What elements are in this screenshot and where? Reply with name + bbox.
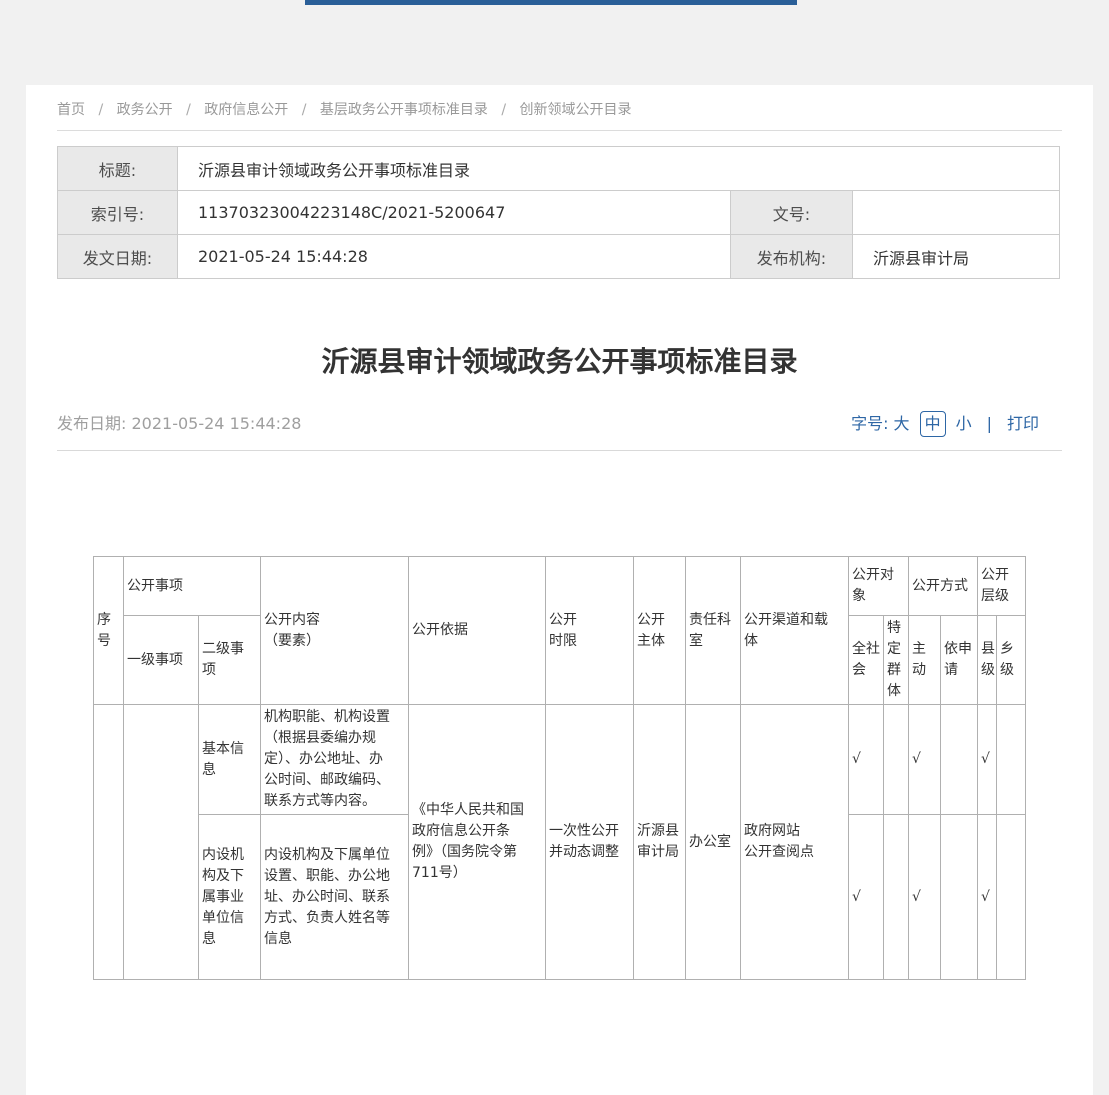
cell-check-county: √ <box>978 815 997 980</box>
header-county: 县 级 <box>978 616 997 705</box>
header-basis: 公开依据 <box>409 557 546 705</box>
header-first-level: 一级事项 <box>124 616 199 705</box>
meta-row-index: 索引号: 11370323004223148C/2021-5200647 文号: <box>58 191 1060 235</box>
breadcrumb-item-jiceng-catalog[interactable]: 基层政务公开事项标准目录 <box>320 102 488 118</box>
meta-value-doc-number <box>853 191 1060 235</box>
cell-check-township <box>997 815 1026 980</box>
catalog-table: 序 号 公开事项 公开内容 （要素） 公开依据 公开 时限 公开 主体 责任科 … <box>93 556 1026 980</box>
meta-label-title: 标题: <box>58 147 178 191</box>
meta-row-date: 发文日期: 2021-05-24 15:44:28 发布机构: 沂源县审计局 <box>58 235 1060 279</box>
cell-check-on-request <box>941 815 978 980</box>
breadcrumb-separator: / <box>501 102 506 118</box>
font-size-large-button[interactable]: 大 <box>894 412 910 436</box>
cell-check-township <box>997 705 1026 815</box>
header-second-level: 二级事 项 <box>199 616 261 705</box>
meta-row-title: 标题: 沂源县审计领域政务公开事项标准目录 <box>58 147 1060 191</box>
header-specific-group: 特 定 群 体 <box>884 616 909 705</box>
header-serial: 序 号 <box>94 557 124 705</box>
cell-check-proactive: √ <box>909 705 941 815</box>
cell-subject: 沂源县 审计局 <box>634 705 686 980</box>
page-title: 沂源县审计领域政务公开事项标准目录 <box>57 345 1062 379</box>
catalog-header-row-1: 序 号 公开事项 公开内容 （要素） 公开依据 公开 时限 公开 主体 责任科 … <box>94 557 1026 616</box>
cell-first-level <box>124 705 199 980</box>
header-to-public: 全社 会 <box>849 616 884 705</box>
breadcrumb-separator: / <box>98 102 103 118</box>
meta-value-issue-date: 2021-05-24 15:44:28 <box>178 235 731 279</box>
breadcrumb-item-chuangxin-catalog[interactable]: 创新领域公开目录 <box>520 102 632 118</box>
header-department: 责任科 室 <box>686 557 741 705</box>
cell-check-county: √ <box>978 705 997 815</box>
toolbar-divider: | <box>987 412 992 436</box>
meta-value-index: 11370323004223148C/2021-5200647 <box>178 191 731 235</box>
cell-basis: 《中华人民共和国 政府信息公开条 例》（国务院令第 711号） <box>409 705 546 980</box>
document-meta-table: 标题: 沂源县审计领域政务公开事项标准目录 索引号: 1137032300422… <box>57 146 1060 279</box>
breadcrumb-separator: / <box>186 102 191 118</box>
header-level: 公开 层级 <box>978 557 1026 616</box>
meta-value-title: 沂源县审计领域政务公开事项标准目录 <box>178 147 1060 191</box>
cell-department: 办公室 <box>686 705 741 980</box>
top-nav-bar-remnant <box>305 0 797 5</box>
header-township: 乡 级 <box>997 616 1026 705</box>
content-panel: 首页 / 政务公开 / 政府信息公开 / 基层政务公开事项标准目录 / 创新领域… <box>26 85 1093 1095</box>
cell-second-level: 内设机 构及下 属事业 单位信 息 <box>199 815 261 980</box>
cell-check-specific-group <box>884 705 909 815</box>
article-tools: 字号: 大 中 小 | 打印 <box>851 411 1044 437</box>
header-audience: 公开对 象 <box>849 557 909 616</box>
header-on-request: 依申 请 <box>941 616 978 705</box>
header-matters: 公开事项 <box>124 557 261 616</box>
meta-label-doc-number: 文号: <box>731 191 853 235</box>
publish-date-label: 发布日期: <box>57 414 126 433</box>
breadcrumb-item-zhengfuxinxigongkai[interactable]: 政府信息公开 <box>204 102 288 118</box>
cell-check-specific-group <box>884 815 909 980</box>
header-proactive: 主 动 <box>909 616 941 705</box>
font-size-label: 字号: <box>851 412 888 436</box>
breadcrumb-separator: / <box>302 102 307 118</box>
header-channels: 公开渠道和载 体 <box>741 557 849 705</box>
meta-label-index: 索引号: <box>58 191 178 235</box>
divider-line <box>57 450 1062 451</box>
font-size-small-button[interactable]: 小 <box>956 412 972 436</box>
publish-toolbar-row: 发布日期: 2021-05-24 15:44:28 字号: 大 中 小 | 打印 <box>57 411 1062 437</box>
header-method: 公开方式 <box>909 557 978 616</box>
print-button[interactable]: 打印 <box>1007 412 1039 436</box>
meta-value-issuing-org: 沂源县审计局 <box>853 235 1060 279</box>
cell-check-proactive: √ <box>909 815 941 980</box>
font-size-medium-button[interactable]: 中 <box>920 411 946 437</box>
cell-time-limit: 一次性公开 并动态调整 <box>546 705 634 980</box>
cell-check-to-public: √ <box>849 815 884 980</box>
cell-content: 内设机构及下属单位 设置、职能、办公地 址、办公时间、联系 方式、负责人姓名等 … <box>261 815 409 980</box>
cell-second-level: 基本信 息 <box>199 705 261 815</box>
cell-channels: 政府网站 公开查阅点 <box>741 705 849 980</box>
cell-check-on-request <box>941 705 978 815</box>
page: { "page": { "background": "#f1f1f1", "ac… <box>0 0 1109 886</box>
header-subject: 公开 主体 <box>634 557 686 705</box>
publish-date: 发布日期: 2021-05-24 15:44:28 <box>57 412 301 436</box>
breadcrumb-item-home[interactable]: 首页 <box>57 102 85 118</box>
cell-serial <box>94 705 124 980</box>
header-time-limit: 公开 时限 <box>546 557 634 705</box>
meta-label-issue-date: 发文日期: <box>58 235 178 279</box>
table-row: 基本信 息 机构职能、机构设置 （根据县委编办规 定）、办公地址、办 公时间、邮… <box>94 705 1026 815</box>
breadcrumb: 首页 / 政务公开 / 政府信息公开 / 基层政务公开事项标准目录 / 创新领域… <box>57 85 1062 131</box>
breadcrumb-item-zhengwugongkai[interactable]: 政务公开 <box>117 102 173 118</box>
cell-check-to-public: √ <box>849 705 884 815</box>
header-content: 公开内容 （要素） <box>261 557 409 705</box>
meta-label-issuing-org: 发布机构: <box>731 235 853 279</box>
cell-content: 机构职能、机构设置 （根据县委编办规 定）、办公地址、办 公时间、邮政编码、 联… <box>261 705 409 815</box>
publish-date-value: 2021-05-24 15:44:28 <box>132 414 302 433</box>
